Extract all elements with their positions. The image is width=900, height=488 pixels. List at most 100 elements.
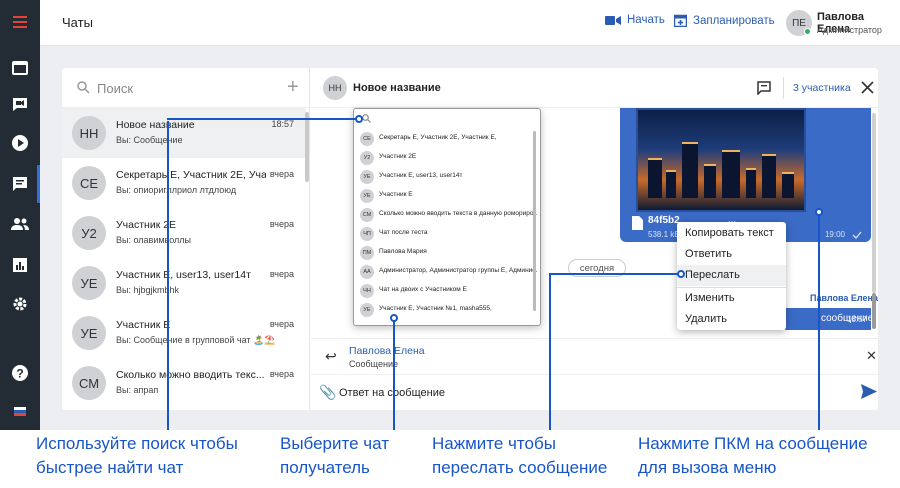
start-call-button[interactable]: Начать — [605, 14, 665, 26]
chat-scroll-track[interactable] — [872, 113, 876, 293]
search-bar[interactable]: Поиск + — [62, 68, 309, 108]
chat-avatar: НН — [72, 116, 106, 150]
picker-item[interactable]: УЕ Участник Е, Участник №1, masha555, — [358, 301, 534, 319]
send-icon[interactable] — [861, 384, 877, 399]
stats-icon[interactable] — [8, 253, 32, 277]
chat-preview: Вы: олавимволлы — [116, 235, 191, 245]
chats-icon[interactable] — [8, 172, 32, 196]
page-title: Чаты — [62, 15, 93, 30]
chat-list-item[interactable]: НН Новое название 18:57 Вы: Сообщение — [62, 108, 306, 158]
picker-avatar: СМ — [360, 208, 374, 222]
callout-line — [818, 212, 820, 430]
help-icon[interactable]: ? — [8, 361, 32, 385]
message-composer: 📎 Ответ на сообщение — [311, 374, 878, 410]
menu-item-edit[interactable]: Изменить — [677, 288, 786, 309]
chat-header-title[interactable]: Новое название — [353, 82, 441, 94]
message-input[interactable]: Ответ на сообщение — [339, 387, 445, 399]
menu-icon[interactable] — [8, 10, 32, 34]
menu-item-copy-text[interactable]: Копировать текст — [677, 223, 786, 244]
schedule-button[interactable]: Запланировать — [674, 14, 775, 27]
picker-search-icon[interactable] — [362, 114, 371, 123]
picker-item[interactable]: АА Администратор, Администратор группы Е,… — [358, 263, 537, 281]
start-call-label: Начать — [627, 14, 665, 26]
read-check-icon — [852, 231, 862, 239]
chat-time: вчера — [269, 269, 294, 279]
picker-item[interactable]: СЕ Секретарь Е, Участник 2Е, Участник Е, — [358, 130, 534, 148]
contacts-icon[interactable] — [8, 212, 32, 236]
message-time: 19:00 — [824, 230, 845, 239]
chat-name: Новое название — [116, 119, 195, 131]
chat-list-item[interactable]: УЕ Участник Е вчера Вы: Сообщение в груп… — [62, 308, 306, 358]
annotation-context-menu: Нажмите ПКМ на сообщение для вызова меню — [638, 434, 868, 477]
file-size: 538.1 kB — [648, 230, 680, 239]
close-icon[interactable] — [861, 81, 874, 94]
picker-avatar: СЕ — [360, 132, 374, 146]
chat-list-item[interactable]: СМ Сколько можно вводить текс... вчера В… — [62, 358, 306, 408]
city-photo[interactable] — [636, 108, 806, 212]
participants-count[interactable]: 3 участника — [793, 82, 851, 94]
chat-header-avatar[interactable]: НН — [323, 76, 347, 100]
chat-name: Секретарь Е, Участник 2Е, Участ... — [116, 169, 266, 181]
forward-chat-picker: СЕ Секретарь Е, Участник 2Е, Участник Е, … — [353, 108, 541, 326]
chat-time: 18:57 — [271, 119, 294, 129]
chat-avatar: СЕ — [72, 166, 106, 200]
new-chat-plus-icon[interactable]: + — [287, 76, 299, 99]
user-role: Администратор — [817, 25, 882, 35]
menu-item-forward[interactable]: Переслать — [677, 265, 786, 286]
nav-rail: ? — [0, 0, 40, 430]
chat-preview: Вы: hjbgjkmbhk — [116, 285, 179, 295]
callout-line — [549, 273, 681, 275]
search-input[interactable]: Поиск — [97, 81, 133, 96]
chat-name: Сколько можно вводить текс... — [116, 369, 265, 381]
picker-item[interactable]: ПМ Павлова Мария — [358, 244, 534, 262]
chat-avatar: СМ — [72, 366, 106, 400]
picker-item[interactable]: ЧН Чат на двоих с Участником Е — [358, 282, 534, 300]
language-flag-icon[interactable] — [8, 399, 32, 423]
callout-dot — [677, 270, 685, 278]
picker-avatar: ЧН — [360, 284, 374, 298]
chat-time: вчера — [269, 319, 294, 329]
chat-list-scrollbar[interactable] — [305, 112, 309, 182]
settings-icon[interactable] — [8, 292, 32, 316]
chat-scroll-thumb[interactable] — [872, 293, 876, 329]
menu-item-reply[interactable]: Ответить — [677, 244, 786, 265]
picker-item[interactable]: СМ Сколько можно вводить текста в данную … — [358, 206, 537, 224]
attach-icon[interactable]: 📎 — [319, 384, 336, 401]
chat-time: вчера — [269, 169, 294, 179]
picker-item[interactable]: УЕ Участник Е, user13, user14т — [358, 168, 534, 186]
reply-preview: ↩ Павлова Елена Сообщение ✕ — [311, 338, 878, 374]
picker-name: Администратор, Администратор группы Е, А… — [379, 267, 537, 274]
reply-author: Павлова Елена — [349, 345, 425, 357]
chat-list-item[interactable]: СЕ Секретарь Е, Участник 2Е, Участ... вч… — [62, 158, 306, 208]
picker-avatar: ЧП — [360, 227, 374, 241]
annotation-select-chat: Выберите чат получатель — [280, 434, 390, 477]
chat-list-item[interactable]: УЕ Участник Е, user13, user14т вчера Вы:… — [62, 258, 306, 308]
top-bar: Чаты Начать Запланировать ПЕ Павлова Еле… — [40, 0, 900, 46]
calendar-icon[interactable] — [8, 55, 32, 79]
callout-dot — [815, 208, 823, 216]
picker-item[interactable]: ЧП Чат после теста — [358, 225, 534, 243]
picker-scrollbar[interactable] — [533, 131, 536, 311]
chat-preview: Вы: опиоригллриол лтдлоюд — [116, 185, 237, 195]
chat-info-icon[interactable] — [757, 81, 771, 95]
picker-name: Павлова Мария — [379, 248, 427, 255]
play-icon[interactable] — [8, 131, 32, 155]
callout-dot — [390, 314, 398, 322]
picker-name: Сколько можно вводить текста в данную ро… — [379, 210, 537, 217]
video-chat-icon[interactable] — [8, 92, 32, 116]
cancel-reply-icon[interactable]: ✕ — [866, 348, 877, 364]
picker-item[interactable]: УЕ Участник Е — [358, 187, 534, 205]
picker-avatar: ПМ — [360, 246, 374, 260]
header-divider — [783, 77, 784, 99]
chat-name: Участник Е — [116, 319, 171, 331]
picker-avatar: УЕ — [360, 170, 374, 184]
picker-item[interactable]: У2 Участник 2Е — [358, 149, 534, 167]
chat-list-item[interactable]: У2 Участник 2Е вчера Вы: олавимволлы — [62, 208, 306, 258]
menu-item-delete[interactable]: Удалить — [677, 309, 786, 330]
chat-avatar: УЕ — [72, 316, 106, 350]
callout-dot — [355, 115, 363, 123]
chat-preview: Вы: Сообщение — [116, 135, 183, 145]
svg-text:?: ? — [16, 367, 23, 381]
picker-name: Участник Е — [379, 191, 413, 198]
chat-avatar: УЕ — [72, 266, 106, 300]
